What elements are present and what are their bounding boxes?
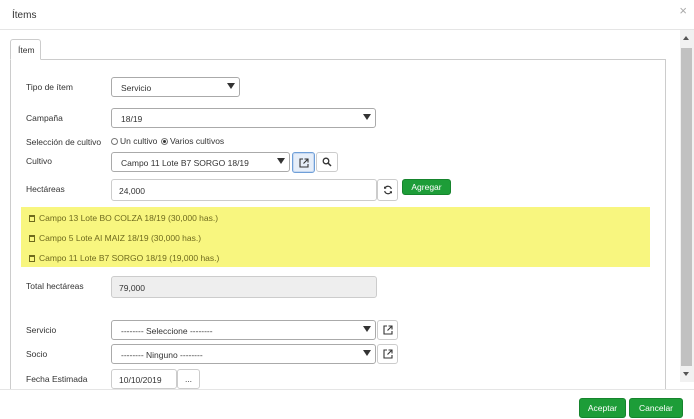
search-cultivo-button[interactable] <box>316 152 338 172</box>
radio-circle-icon[interactable] <box>111 138 118 145</box>
list-item-label: Campo 13 Lote BO COLZA 18/19 (30,000 has… <box>39 213 219 223</box>
campana-label: Campaña <box>26 113 63 123</box>
chevron-down-icon <box>277 158 285 164</box>
radio-varios-cultivos-label: Varios cultivos <box>170 136 225 146</box>
trash-icon[interactable] <box>29 255 35 262</box>
hectareas-input[interactable]: 24,000 <box>111 179 377 201</box>
scroll-down-icon[interactable] <box>683 372 689 376</box>
external-link-icon <box>298 157 309 168</box>
socio-select[interactable]: -------- Ninguno -------- <box>111 344 376 364</box>
total-hectareas-field: 79,000 <box>111 276 377 298</box>
search-icon <box>322 157 332 167</box>
scroll-up-icon[interactable] <box>683 36 689 40</box>
fecha-estimada-value: 10/10/2019 <box>119 375 162 385</box>
chevron-down-icon <box>363 114 371 120</box>
list-item: Campo 11 Lote B7 SORGO 18/19 (19,000 has… <box>21 247 650 267</box>
cultivo-value: Campo 11 Lote B7 SORGO 18/19 <box>121 158 249 168</box>
aceptar-button[interactable]: Aceptar <box>579 398 626 418</box>
list-item: Campo 13 Lote BO COLZA 18/19 (30,000 has… <box>21 207 650 227</box>
socio-value: -------- Ninguno -------- <box>121 350 203 360</box>
external-link-icon <box>382 325 393 335</box>
cultivo-select[interactable]: Campo 11 Lote B7 SORGO 18/19 <box>111 152 290 172</box>
trash-icon[interactable] <box>29 215 35 222</box>
hectareas-label: Hectáreas <box>26 184 65 194</box>
trash-icon[interactable] <box>29 235 35 242</box>
tipo-item-select[interactable]: Servicio <box>111 77 240 97</box>
servicio-value: -------- Seleccione -------- <box>121 326 213 336</box>
refresh-icon <box>383 185 392 195</box>
tab-item[interactable]: Ítem <box>10 39 41 60</box>
tipo-item-value: Servicio <box>121 83 152 93</box>
total-hectareas-value: 79,000 <box>119 283 145 293</box>
open-socio-button[interactable] <box>377 344 398 364</box>
refresh-button[interactable] <box>377 179 398 201</box>
radio-un-cultivo-label: Un cultivo <box>120 136 158 146</box>
open-servicio-button[interactable] <box>377 320 398 340</box>
cancelar-button[interactable]: Cancelar <box>629 398 683 418</box>
list-item: Campo 5 Lote AI MAIZ 18/19 (30,000 has.) <box>21 227 650 247</box>
campana-select[interactable]: 18/19 <box>111 108 376 128</box>
radio-un-cultivo[interactable]: Un cultivo <box>111 136 157 146</box>
seleccion-cultivo-label: Selección de cultivo <box>26 137 102 147</box>
modal-title: Ítems <box>12 10 37 21</box>
list-item-label: Campo 11 Lote B7 SORGO 18/19 (19,000 has… <box>39 253 220 263</box>
cultivo-label: Cultivo <box>26 156 52 166</box>
radio-checked-icon[interactable] <box>161 138 168 145</box>
total-hectareas-label: Total hectáreas <box>26 281 84 291</box>
modal-header: Ítems × <box>0 0 694 30</box>
radio-varios-cultivos[interactable]: Varios cultivos <box>161 136 224 146</box>
fecha-estimada-input[interactable]: 10/10/2019 <box>111 369 177 389</box>
chevron-down-icon <box>363 350 371 356</box>
tipo-item-label: Tipo de ítem <box>26 82 73 92</box>
chevron-down-icon <box>363 326 371 332</box>
close-icon[interactable]: × <box>679 3 687 18</box>
campana-value: 18/19 <box>121 114 143 124</box>
socio-label: Socio <box>26 349 48 359</box>
agregar-button[interactable]: Agregar <box>402 179 451 195</box>
date-picker-button[interactable]: ... <box>177 369 200 389</box>
chevron-down-icon <box>227 83 235 89</box>
hectareas-value: 24,000 <box>119 186 145 196</box>
scrollbar-thumb[interactable] <box>681 48 692 366</box>
servicio-select[interactable]: -------- Seleccione -------- <box>111 320 376 340</box>
date-picker-label: ... <box>184 374 193 384</box>
external-link-icon <box>382 349 393 359</box>
modal-footer: Aceptar Cancelar <box>0 389 694 419</box>
fecha-estimada-label: Fecha Estimada <box>26 374 88 384</box>
list-item-label: Campo 5 Lote AI MAIZ 18/19 (30,000 has.) <box>39 233 202 243</box>
servicio-label: Servicio <box>26 325 57 335</box>
open-cultivo-button[interactable] <box>292 152 315 173</box>
